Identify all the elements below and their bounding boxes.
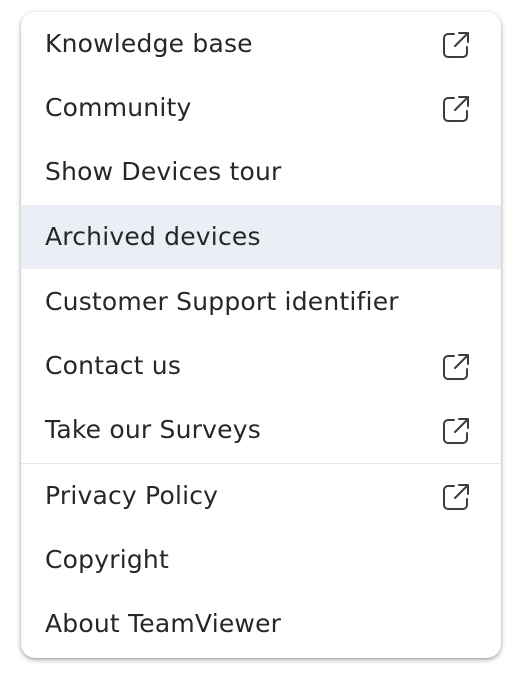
menu-item-knowledge-base[interactable]: Knowledge base bbox=[21, 12, 501, 76]
menu-item-customer-support-identifier[interactable]: Customer Support identifier bbox=[21, 270, 501, 334]
external-link-icon bbox=[443, 484, 469, 510]
menu-item-privacy-policy[interactable]: Privacy Policy bbox=[21, 464, 501, 528]
menu-item-label: Contact us bbox=[45, 351, 182, 380]
menu-item-contact-us[interactable]: Contact us bbox=[21, 334, 501, 398]
menu-item-label: Customer Support identifier bbox=[45, 287, 399, 316]
menu-item-label: Take our Surveys bbox=[45, 415, 261, 444]
menu-item-community[interactable]: Community bbox=[21, 76, 501, 140]
menu-item-archived-devices[interactable]: Archived devices bbox=[21, 205, 501, 269]
menu-item-about-teamviewer[interactable]: About TeamViewer bbox=[21, 592, 501, 656]
external-link-icon bbox=[443, 32, 469, 58]
menu-item-take-our-surveys[interactable]: Take our Surveys bbox=[21, 398, 501, 462]
external-link-icon bbox=[443, 354, 469, 380]
menu-item-label: Knowledge base bbox=[45, 29, 253, 58]
menu-item-label: Community bbox=[45, 93, 192, 122]
menu-item-label: Copyright bbox=[45, 545, 169, 574]
menu-item-label: Show Devices tour bbox=[45, 157, 282, 186]
help-dropdown-menu: Knowledge base Community Show Devices to… bbox=[21, 12, 501, 658]
menu-item-label: Privacy Policy bbox=[45, 481, 219, 510]
menu-item-label: About TeamViewer bbox=[45, 609, 282, 638]
menu-item-label: Archived devices bbox=[45, 222, 261, 251]
menu-item-copyright[interactable]: Copyright bbox=[21, 528, 501, 592]
menu-item-show-devices-tour[interactable]: Show Devices tour bbox=[21, 140, 501, 204]
external-link-icon bbox=[443, 96, 469, 122]
external-link-icon bbox=[443, 418, 469, 444]
